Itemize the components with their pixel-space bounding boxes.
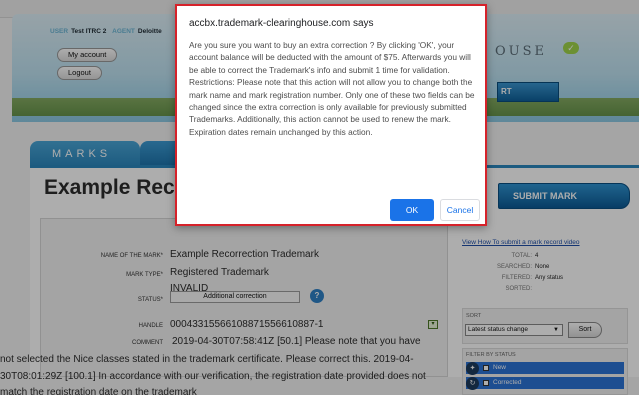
dialog-title: accbx.trademark-clearinghouse.com says	[189, 18, 374, 29]
ok-button[interactable]: OK	[390, 199, 434, 221]
cancel-button[interactable]: Cancel	[440, 199, 480, 221]
dialog-message: Are you sure you want to buy an extra co…	[189, 40, 475, 137]
confirm-dialog: accbx.trademark-clearinghouse.com says A…	[175, 4, 487, 226]
